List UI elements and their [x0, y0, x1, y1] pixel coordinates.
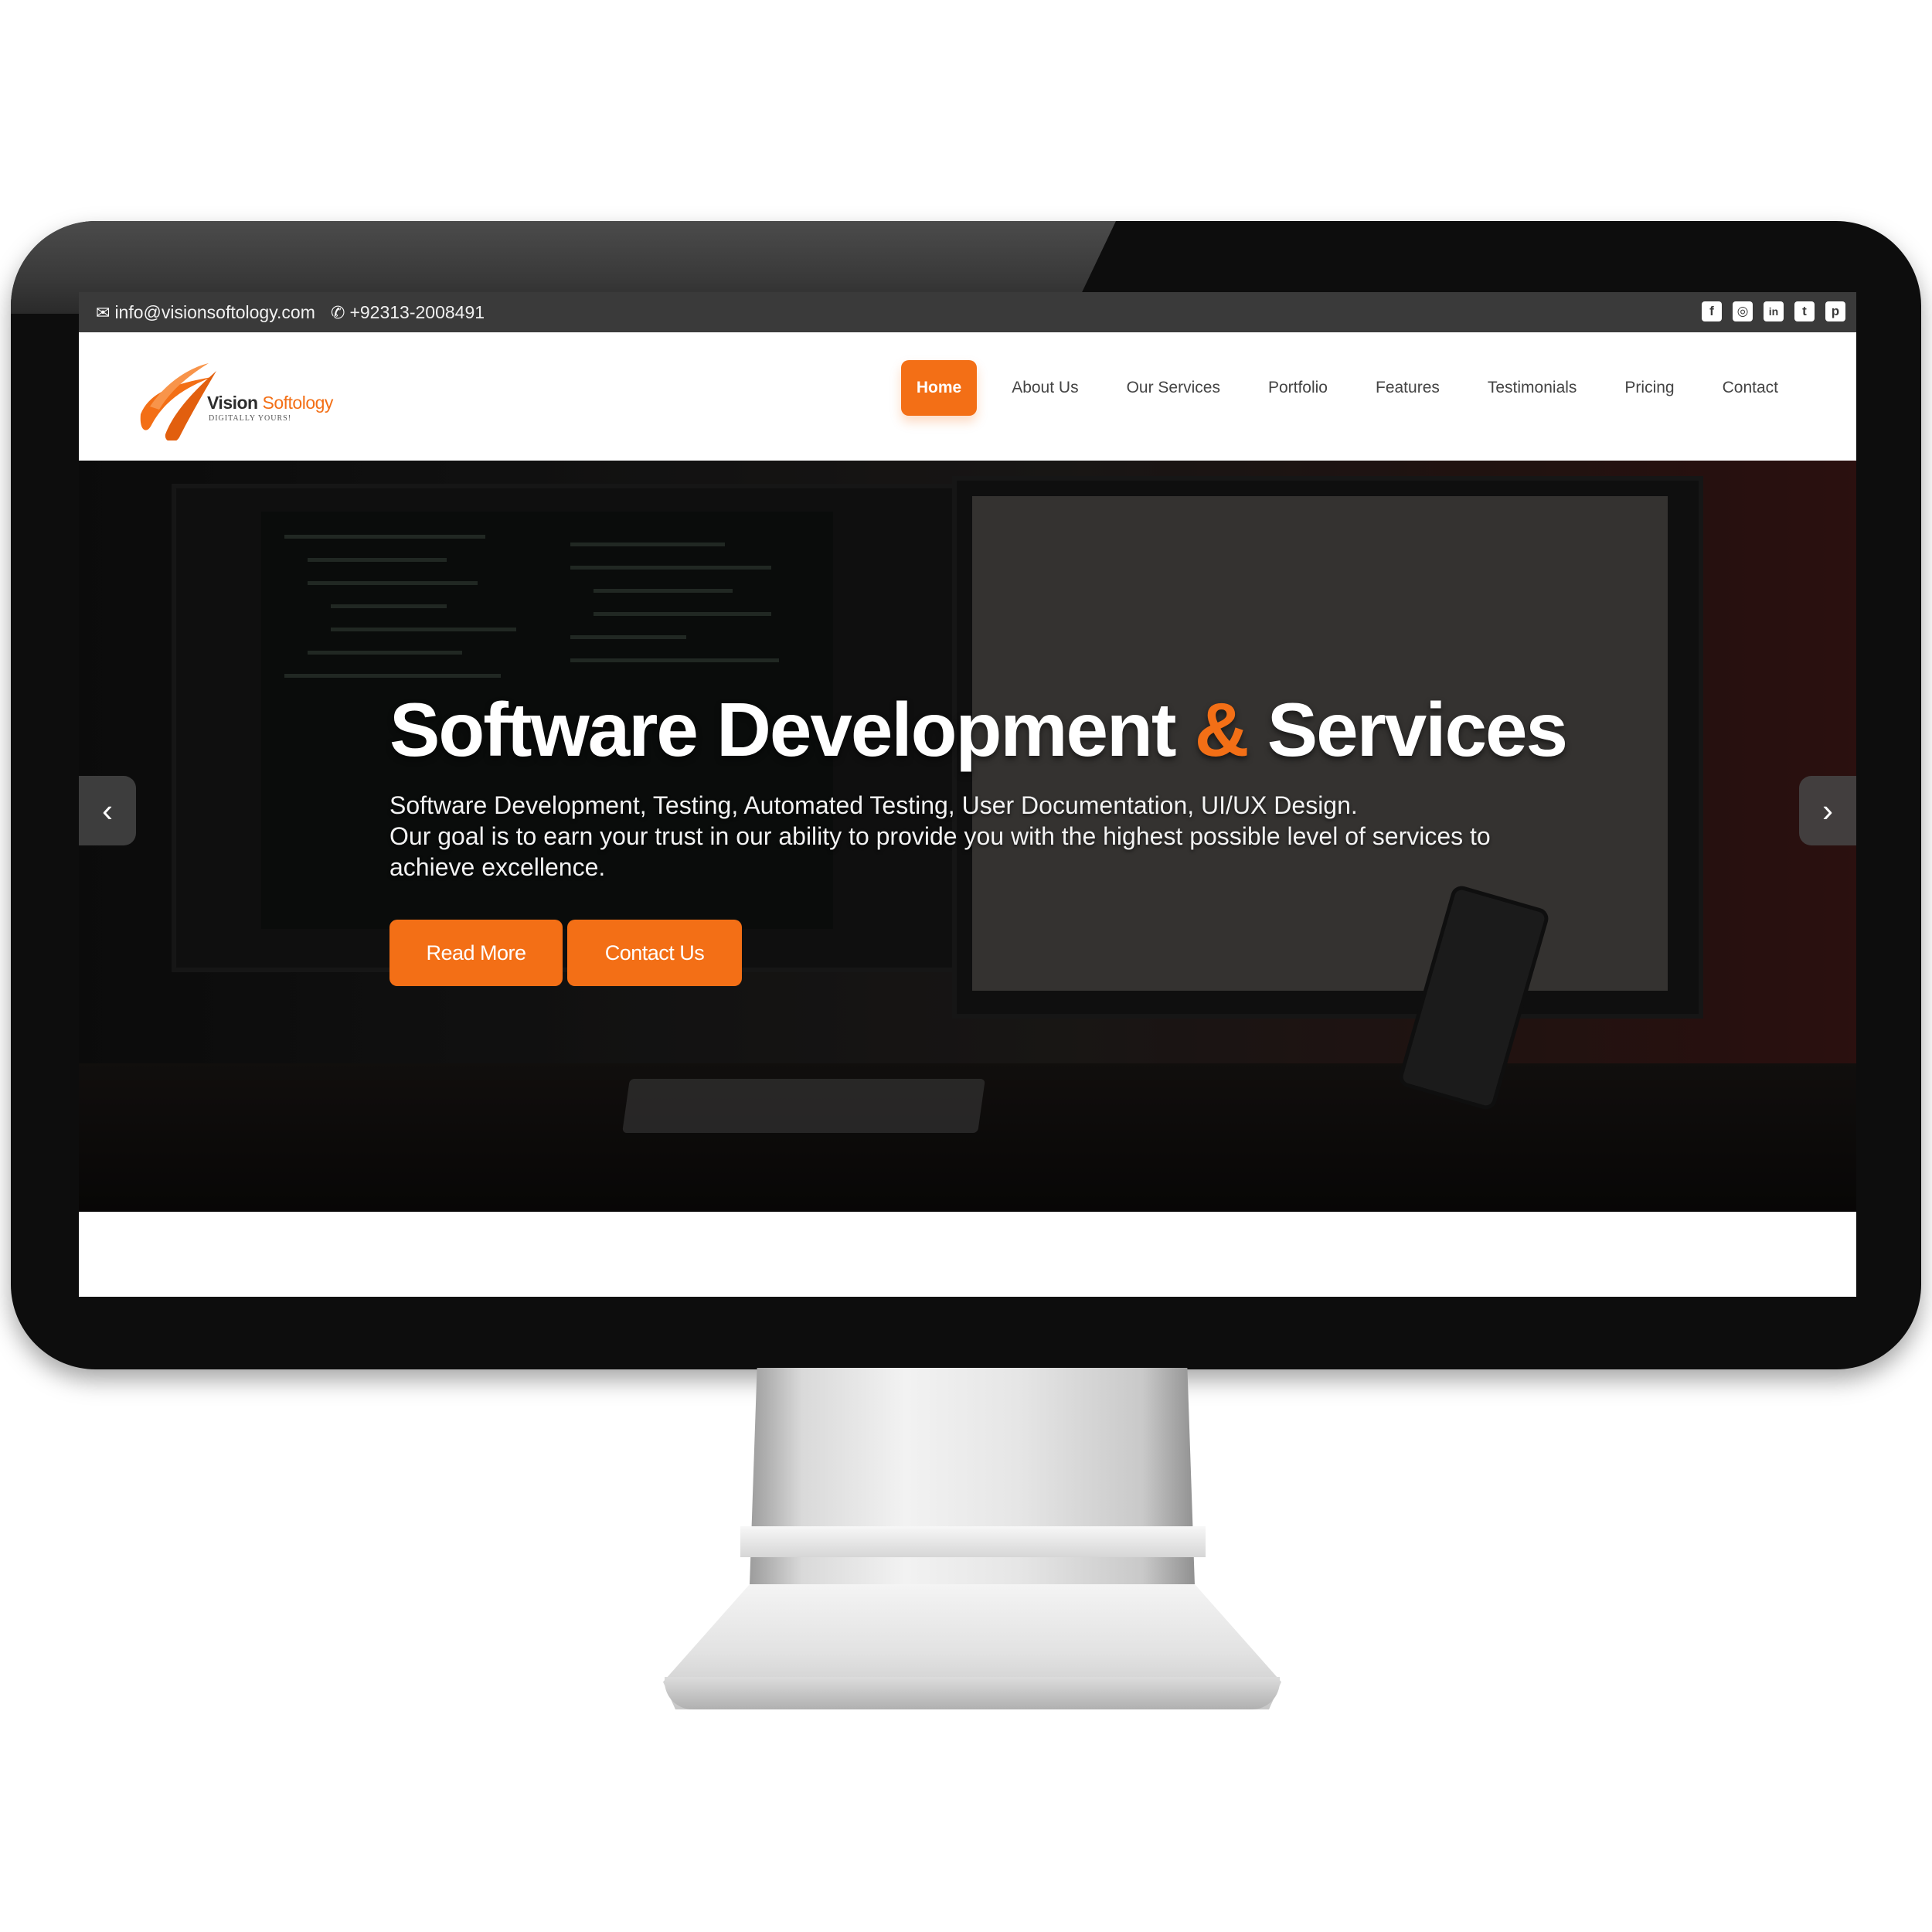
nav-about-us[interactable]: About Us: [988, 360, 1102, 416]
social-links: f ◎ in t p: [1702, 301, 1845, 321]
nav-home[interactable]: Home: [900, 360, 978, 416]
read-more-button[interactable]: Read More: [389, 920, 563, 986]
hero-desc-line2: Our goal is to earn your trust in our ab…: [389, 822, 1491, 881]
contact-us-button[interactable]: Contact Us: [567, 920, 742, 986]
monitor-stand-base-edge: [665, 1677, 1280, 1709]
linkedin-icon[interactable]: in: [1764, 301, 1784, 321]
hero-title: Software Development & Services: [389, 686, 1568, 774]
nav-contact[interactable]: Contact: [1699, 360, 1802, 416]
hero-slider: Software Development & Services Software…: [79, 461, 1856, 1212]
brand-logo[interactable]: Vision Softology DIGITALLY YOURS!: [134, 360, 343, 440]
twitter-icon[interactable]: t: [1794, 301, 1815, 321]
brand-name-first: Vision: [207, 393, 258, 413]
website-screen: ✉ info@visionsoftology.com ✆ +92313-2008…: [79, 292, 1856, 1297]
brand-tagline: DIGITALLY YOURS!: [209, 414, 292, 423]
pinterest-icon[interactable]: p: [1825, 301, 1845, 321]
hero-description: Software Development, Testing, Automated…: [389, 790, 1580, 883]
nav-features[interactable]: Features: [1352, 360, 1464, 416]
phone-contact[interactable]: ✆ +92313-2008491: [331, 302, 485, 323]
phone-text: +92313-2008491: [349, 302, 485, 322]
phone-icon: ✆: [331, 302, 345, 322]
main-navbar: Vision Softology DIGITALLY YOURS! Home A…: [79, 332, 1856, 461]
below-hero-area: [79, 1212, 1856, 1297]
nav-menu: Home About Us Our Services Portfolio Fea…: [900, 360, 1802, 416]
slider-next-arrow-icon[interactable]: ›: [1799, 776, 1856, 845]
instagram-icon[interactable]: ◎: [1733, 301, 1753, 321]
nav-pricing[interactable]: Pricing: [1600, 360, 1698, 416]
monitor-stand-band: [740, 1526, 1206, 1557]
brand-name-second: Softology: [262, 393, 334, 413]
slider-prev-arrow-icon[interactable]: ‹: [79, 776, 136, 845]
envelope-icon: ✉: [96, 302, 111, 322]
email-contact[interactable]: ✉ info@visionsoftology.com: [96, 302, 315, 323]
hero-title-amp: &: [1194, 687, 1250, 772]
nav-our-services[interactable]: Our Services: [1103, 360, 1244, 416]
email-text: info@visionsoftology.com: [114, 302, 315, 322]
hero-desc-line1: Software Development, Testing, Automated…: [389, 791, 1358, 819]
top-info-bar: ✉ info@visionsoftology.com ✆ +92313-2008…: [79, 292, 1856, 332]
hero-title-part2: Services: [1267, 687, 1568, 772]
facebook-icon[interactable]: f: [1702, 301, 1722, 321]
nav-testimonials[interactable]: Testimonials: [1464, 360, 1601, 416]
nav-portfolio[interactable]: Portfolio: [1244, 360, 1352, 416]
brand-name: Vision Softology: [207, 393, 333, 413]
hero-title-part1: Software Development: [389, 687, 1176, 772]
